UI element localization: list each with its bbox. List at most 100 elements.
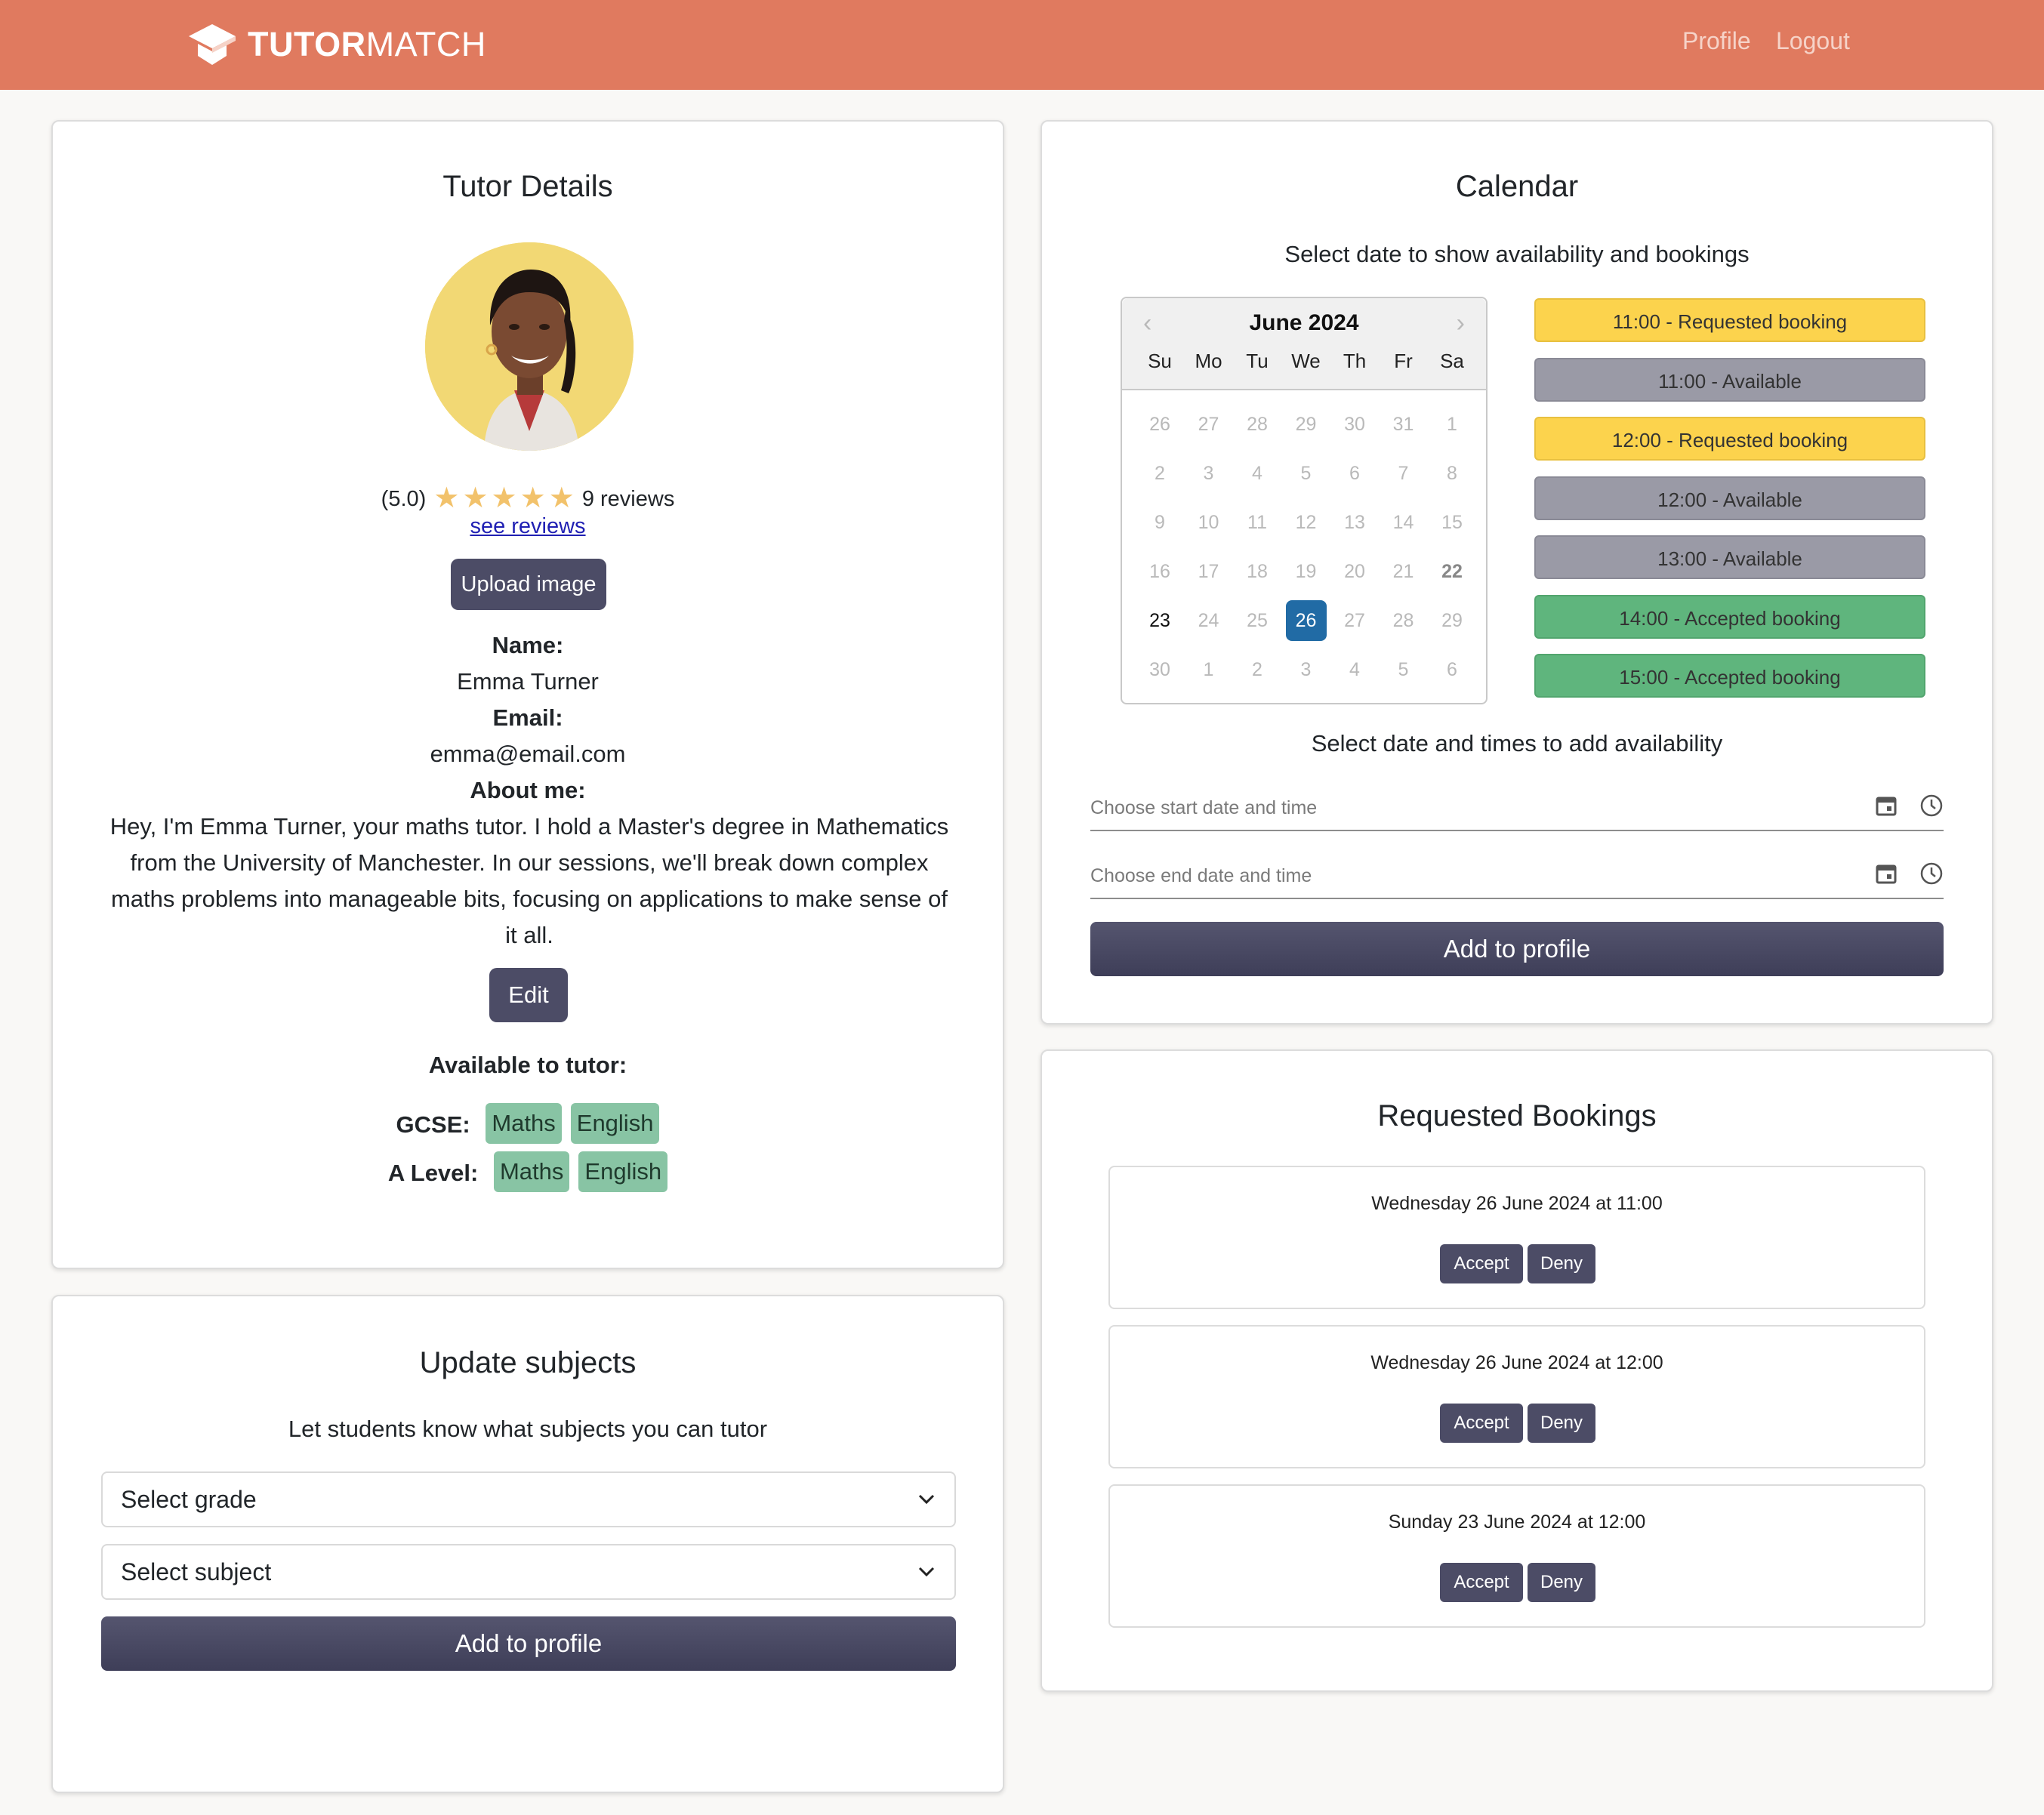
- calendar-day[interactable]: 9: [1139, 502, 1180, 543]
- calendar-day[interactable]: 16: [1139, 551, 1180, 592]
- time-slot-available[interactable]: 12:00 - Available: [1534, 476, 1925, 520]
- calendar-icon[interactable]: [1874, 861, 1898, 886]
- calendar-day[interactable]: 27: [1188, 404, 1229, 445]
- accept-button[interactable]: Accept: [1440, 1244, 1523, 1283]
- calendar-day[interactable]: 22: [1432, 551, 1472, 592]
- calendar-day[interactable]: 28: [1383, 600, 1424, 641]
- calendar-day[interactable]: 4: [1334, 649, 1375, 690]
- deny-button[interactable]: Deny: [1528, 1404, 1595, 1443]
- subject-select[interactable]: Select subject: [101, 1544, 956, 1600]
- graduation-cap-icon: [189, 24, 236, 65]
- accept-button[interactable]: Accept: [1440, 1563, 1523, 1602]
- update-subjects-title: Update subjects: [419, 1346, 637, 1379]
- start-datetime-field[interactable]: Choose start date and time: [1090, 784, 1944, 831]
- edit-button[interactable]: Edit: [489, 968, 568, 1022]
- chevron-down-icon: [918, 1567, 935, 1577]
- calendar-day[interactable]: 29: [1432, 600, 1472, 641]
- time-slot-accepted[interactable]: 14:00 - Accepted booking: [1534, 594, 1925, 639]
- about-text: Hey, I'm Emma Turner, your maths tutor. …: [109, 813, 949, 948]
- calendar-day[interactable]: 5: [1383, 649, 1424, 690]
- calendar-day[interactable]: 6: [1432, 649, 1472, 690]
- add-availability-button[interactable]: Add to profile: [1090, 922, 1944, 976]
- star-icon: ★: [519, 482, 546, 514]
- time-slot-requested[interactable]: 12:00 - Requested booking: [1534, 417, 1925, 461]
- see-reviews-link[interactable]: see reviews: [53, 514, 1003, 539]
- accept-button[interactable]: Accept: [1440, 1404, 1523, 1443]
- calendar-day[interactable]: 14: [1383, 502, 1424, 543]
- date-picker: ‹ June 2024 › Su Mo Tu We Th Fr Sa 26 27 28 29 30 3…: [1121, 297, 1488, 704]
- clock-icon[interactable]: [1919, 861, 1944, 886]
- time-slot-requested[interactable]: 11:00 - Requested booking: [1534, 298, 1925, 342]
- calendar-day[interactable]: 7: [1383, 453, 1424, 494]
- star-icon: ★: [433, 482, 460, 514]
- chevron-down-icon: [918, 1494, 935, 1505]
- booking-datetime: Wednesday 26 June 2024 at 11:00: [1371, 1193, 1663, 1214]
- calendar-day[interactable]: 19: [1286, 551, 1327, 592]
- calendar-day[interactable]: 2: [1139, 453, 1180, 494]
- calendar-day[interactable]: 10: [1188, 502, 1229, 543]
- deny-button[interactable]: Deny: [1528, 1563, 1595, 1602]
- calendar-day[interactable]: 27: [1334, 600, 1375, 641]
- level-label: GCSE:: [396, 1111, 470, 1138]
- calendar-day[interactable]: 12: [1286, 502, 1327, 543]
- calendar-day[interactable]: 11: [1237, 502, 1278, 543]
- end-datetime-placeholder: Choose end date and time: [1090, 865, 1312, 886]
- gcse-row: GCSE: Maths English: [53, 1103, 1003, 1144]
- tutor-details-title: Tutor Details: [442, 170, 613, 203]
- weekday-label: Fr: [1394, 350, 1413, 372]
- calendar-day[interactable]: 8: [1432, 453, 1472, 494]
- clock-icon[interactable]: [1919, 793, 1944, 818]
- email-label: Email:: [492, 704, 563, 731]
- booking-datetime: Sunday 23 June 2024 at 12:00: [1388, 1511, 1646, 1533]
- next-month-icon[interactable]: ›: [1457, 309, 1465, 338]
- upload-image-button[interactable]: Upload image: [451, 559, 606, 610]
- calendar-day[interactable]: 28: [1237, 404, 1278, 445]
- calendar-day[interactable]: 17: [1188, 551, 1229, 592]
- tutor-name: Emma Turner: [457, 668, 599, 695]
- calendar-day[interactable]: 30: [1139, 649, 1180, 690]
- brand-logo[interactable]: TUTORMATCH: [187, 20, 486, 69]
- deny-button[interactable]: Deny: [1528, 1244, 1595, 1283]
- calendar-day[interactable]: 20: [1334, 551, 1375, 592]
- calendar-day[interactable]: 2: [1237, 649, 1278, 690]
- grade-select[interactable]: Select grade: [101, 1471, 956, 1527]
- calendar-day[interactable]: 30: [1334, 404, 1375, 445]
- month-label: June 2024: [1249, 310, 1359, 335]
- calendar-day[interactable]: 24: [1188, 600, 1229, 641]
- level-label: A Level:: [387, 1159, 479, 1186]
- calendar-day[interactable]: 1: [1432, 404, 1472, 445]
- calendar-day[interactable]: 26: [1285, 600, 1327, 641]
- end-datetime-field[interactable]: Choose end date and time: [1090, 852, 1944, 899]
- rating-line: (5.0) ★ ★ ★ ★ ★ 9 reviews: [53, 481, 1003, 515]
- calendar-day[interactable]: 15: [1432, 502, 1472, 543]
- calendar-day[interactable]: 23: [1139, 600, 1180, 641]
- nav-profile-link[interactable]: Profile: [1682, 27, 1751, 55]
- star-icon: ★: [491, 482, 517, 514]
- calendar-day[interactable]: 13: [1334, 502, 1375, 543]
- weekday-label: We: [1291, 350, 1321, 372]
- star-icon: ★: [548, 482, 575, 514]
- nav-logout-link[interactable]: Logout: [1776, 27, 1850, 55]
- calendar-day[interactable]: 1: [1188, 649, 1229, 690]
- calendar-day[interactable]: 31: [1383, 404, 1424, 445]
- time-slot-accepted[interactable]: 15:00 - Accepted booking: [1534, 654, 1925, 698]
- calendar-day[interactable]: 29: [1286, 404, 1327, 445]
- calendar-day[interactable]: 3: [1286, 649, 1327, 690]
- calendar-day[interactable]: 6: [1334, 453, 1375, 494]
- calendar-day[interactable]: 18: [1237, 551, 1278, 592]
- add-subject-to-profile-button[interactable]: Add to profile: [101, 1616, 956, 1671]
- weekday-label: Mo: [1195, 350, 1222, 372]
- calendar-day[interactable]: 5: [1286, 453, 1327, 494]
- about-label: About me:: [470, 777, 586, 803]
- calendar-day[interactable]: 26: [1139, 404, 1180, 445]
- grade-select-value: Select grade: [121, 1486, 257, 1513]
- time-slot-available[interactable]: 11:00 - Available: [1534, 357, 1925, 402]
- calendar-day[interactable]: 3: [1188, 453, 1229, 494]
- calendar-card: Calendar Select date to show availabilit…: [1040, 120, 1993, 1025]
- calendar-day[interactable]: 4: [1237, 453, 1278, 494]
- weekday-label: Sa: [1440, 350, 1464, 372]
- calendar-day[interactable]: 21: [1383, 551, 1424, 592]
- calendar-icon[interactable]: [1874, 793, 1898, 818]
- time-slot-available[interactable]: 13:00 - Available: [1534, 535, 1925, 579]
- calendar-day[interactable]: 25: [1237, 600, 1278, 641]
